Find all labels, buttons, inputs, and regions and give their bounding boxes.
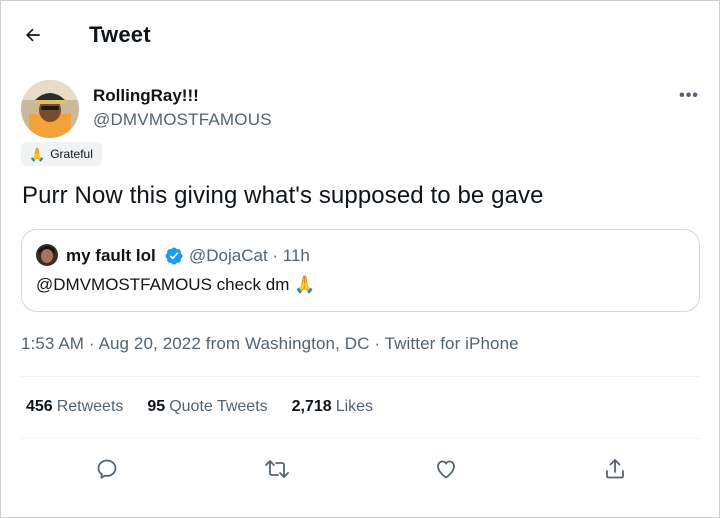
tweet-metadata: 1:53 AM · Aug 20, 2022 from Washington, … <box>21 334 519 354</box>
verified-badge-icon <box>165 247 183 265</box>
author-display-name[interactable]: RollingRay!!! <box>93 86 199 106</box>
label-chip-text: Grateful <box>50 147 93 161</box>
tweet-time[interactable]: 1:53 AM <box>21 334 84 353</box>
avatar[interactable] <box>21 80 79 138</box>
page-title: Tweet <box>89 22 151 47</box>
tweet-text: Purr Now this giving what's supposed to … <box>22 182 544 209</box>
retweets-count: 456 <box>26 398 53 415</box>
share-icon <box>606 459 624 479</box>
avatar-image <box>21 80 79 138</box>
author-label-chip[interactable]: 🙏 Grateful <box>21 142 102 166</box>
retweets-label: Retweets <box>56 398 124 415</box>
heart-icon <box>437 460 455 479</box>
retweets-stat[interactable]: 456 Retweets <box>26 398 123 416</box>
divider <box>21 376 700 377</box>
divider <box>21 438 700 439</box>
retweet-icon <box>265 460 289 478</box>
tweet-source[interactable]: Twitter for iPhone <box>385 334 519 353</box>
likes-stat[interactable]: 2,718 Likes <box>292 398 373 416</box>
quoted-tweet[interactable]: my fault lol @DojaCat · 11h @DMVMOSTFAMO… <box>21 229 700 312</box>
engagement-stats: 456 Retweets 95 Quote Tweets 2,718 Likes <box>26 398 373 416</box>
share-button[interactable] <box>595 449 635 489</box>
quote-tweets-label: Quote Tweets <box>169 398 268 415</box>
quoted-handle-time[interactable]: @DojaCat · 11h <box>189 246 310 266</box>
likes-count: 2,718 <box>291 398 332 415</box>
reply-icon <box>97 459 117 479</box>
action-bar <box>1 449 720 489</box>
tweet-date[interactable]: Aug 20, 2022 <box>99 334 201 353</box>
author-handle[interactable]: @DMVMOSTFAMOUS <box>93 110 272 130</box>
more-icon: ••• <box>679 87 699 104</box>
arrow-left-icon <box>26 28 40 42</box>
like-button[interactable] <box>426 449 466 489</box>
quote-tweets-count: 95 <box>147 398 166 415</box>
quoted-avatar-image <box>36 244 58 266</box>
retweet-button[interactable] <box>257 449 297 489</box>
tweet-location: from Washington, DC <box>200 334 370 353</box>
quoted-tweet-text: @DMVMOSTFAMOUS check dm 🙏 <box>36 275 316 294</box>
likes-label: Likes <box>335 398 374 415</box>
more-options-button[interactable]: ••• <box>669 83 709 109</box>
folded-hands-icon: 🙏 <box>29 146 46 162</box>
quote-tweets-stat[interactable]: 95 Quote Tweets <box>147 398 267 416</box>
back-button[interactable] <box>15 17 51 53</box>
quoted-avatar[interactable] <box>36 244 58 266</box>
reply-button[interactable] <box>87 449 127 489</box>
meta-separator: · <box>84 334 99 353</box>
page-header: Tweet <box>1 1 720 69</box>
quoted-display-name[interactable]: my fault lol <box>66 246 156 266</box>
meta-separator: · <box>369 334 385 353</box>
tweet-window: Tweet RollingRay!!! @DMVMOSTFAMOUS ••• 🙏… <box>0 0 720 518</box>
